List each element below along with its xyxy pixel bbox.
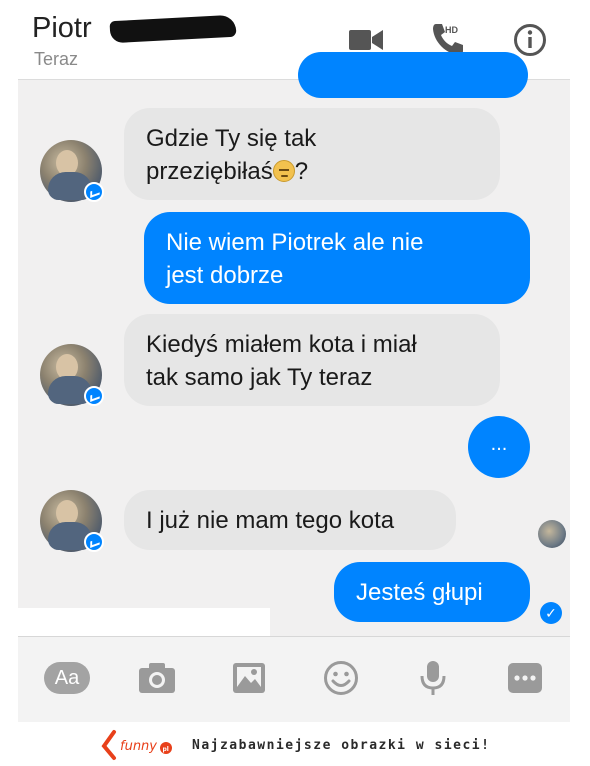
contact-avatar[interactable] xyxy=(40,344,104,406)
messenger-badge-icon xyxy=(84,182,104,202)
contact-status: Teraz xyxy=(34,49,79,69)
seen-avatar xyxy=(538,520,566,548)
sad-face-emoji-icon xyxy=(272,160,295,182)
watermark-footer: funny pl Najzabawniejsze obrazki w sieci… xyxy=(0,722,590,766)
message-bubble-outgoing[interactable]: Nie wiem Piotrek ale nie jest dobrze xyxy=(144,212,530,304)
message-bubble-incoming[interactable]: Kiedyś miałem kota i miał tak samo jak T… xyxy=(124,314,500,406)
message-bubble-outgoing[interactable]: Jesteś głupi xyxy=(334,562,530,622)
message-bubble-incoming[interactable]: I już nie mam tego kota xyxy=(124,490,456,550)
contact-avatar[interactable] xyxy=(40,490,104,552)
previous-message-bubble xyxy=(298,52,528,98)
logo-suffix: pl xyxy=(163,746,169,753)
contact-name[interactable]: Piotr xyxy=(32,12,92,45)
chat-window: Piotr Teraz HD Gdzie Ty się tak przezięb… xyxy=(18,0,570,722)
contact-avatar[interactable] xyxy=(40,140,104,202)
message-line: tak samo jak Ty teraz xyxy=(146,364,373,391)
redacted-surname xyxy=(109,14,237,44)
messenger-badge-icon xyxy=(84,532,104,552)
composer-toolbar: Aa xyxy=(18,636,570,722)
tagline: Najzabawniejsze obrazki w sieci! xyxy=(192,738,491,753)
delivered-check-icon: ✓ xyxy=(540,602,562,624)
aa-label: Aa xyxy=(44,662,90,694)
message-bubble-incoming[interactable]: Gdzie Ty się tak przeziębiłaś? xyxy=(124,108,500,200)
gallery-icon[interactable] xyxy=(226,657,272,699)
message-line: Gdzie Ty się tak xyxy=(146,125,317,152)
more-icon[interactable] xyxy=(502,657,548,699)
message-line: jest dobrze xyxy=(166,262,284,289)
funny-logo: funny pl xyxy=(101,730,172,760)
white-patch xyxy=(18,608,270,638)
logo-text: funny xyxy=(120,739,157,754)
emoji-icon[interactable] xyxy=(318,657,364,699)
camera-icon[interactable] xyxy=(134,657,180,699)
typing-dots-bubble[interactable]: ... xyxy=(468,416,530,478)
messenger-badge-icon xyxy=(84,386,104,406)
aa-button[interactable]: Aa xyxy=(44,657,90,699)
message-line: Nie wiem Piotrek ale nie xyxy=(166,229,424,256)
message-line: Kiedyś miałem kota i miał xyxy=(146,331,417,358)
microphone-icon[interactable] xyxy=(410,657,456,699)
message-line: przeziębiłaś xyxy=(146,158,273,185)
hd-label: HD xyxy=(445,25,458,35)
message-line-with-emoji: przeziębiłaś? xyxy=(146,155,478,188)
message-suffix: ? xyxy=(294,158,309,185)
